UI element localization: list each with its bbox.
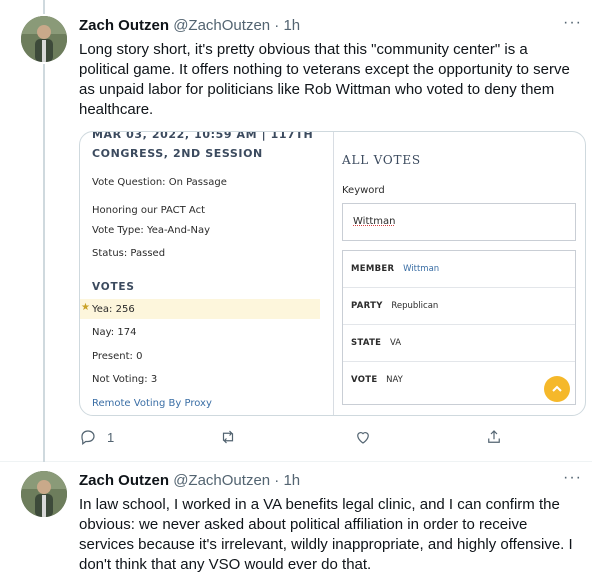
vote-question: Vote Question: On Passage	[92, 177, 227, 188]
vote-value: NAY	[386, 375, 403, 385]
separator: ·	[274, 17, 280, 34]
tweet[interactable]: Zach Outzen @ZachOutzen · 1h ··· Long st…	[0, 0, 592, 462]
vote-label: VOTE	[351, 375, 378, 385]
party-value: Republican	[391, 301, 439, 311]
vote-session: CONGRESS, 2ND SESSION	[92, 147, 263, 160]
reply-count: 1	[107, 429, 115, 445]
tweet-header: Zach Outzen @ZachOutzen · 1h	[79, 16, 300, 36]
user-handle[interactable]: @ZachOutzen	[173, 472, 270, 489]
avatar[interactable]	[21, 471, 67, 517]
like-button[interactable]	[354, 428, 382, 446]
timestamp[interactable]: 1h	[283, 472, 300, 489]
member-value: Wittman	[403, 264, 440, 274]
state-label: STATE	[351, 338, 382, 348]
share-icon	[488, 430, 500, 443]
share-button[interactable]	[485, 428, 503, 446]
user-handle[interactable]: @ZachOutzen	[173, 17, 270, 34]
vote-date: MAR 03, 2022, 10:59 AM | 117TH	[92, 131, 314, 141]
vote-result-table: MEMBER Wittman PARTY Republican STATE VA…	[342, 250, 576, 405]
proxy-link: Remote Voting By Proxy	[92, 398, 212, 409]
vote-status: Status: Passed	[92, 248, 166, 259]
party-row: PARTY Republican	[343, 288, 575, 325]
avatar[interactable]	[21, 16, 67, 62]
tweet-text: In law school, I worked in a VA benefits…	[79, 496, 573, 573]
state-value: VA	[390, 338, 402, 348]
tweet-image[interactable]: MAR 03, 2022, 10:59 AM | 117TH CONGRESS,…	[79, 131, 586, 416]
all-votes-panel: ALL VOTES Keyword Wittman MEMBER Wittman…	[334, 132, 585, 415]
vote-row: VOTE NAY	[343, 362, 575, 399]
party-label: PARTY	[351, 301, 383, 311]
reply-button[interactable]: 1	[79, 428, 114, 446]
yea-count: Yea: 256	[92, 304, 135, 315]
not-voting-count: Not Voting: 3	[92, 374, 158, 385]
timestamp[interactable]: 1h	[283, 17, 300, 34]
reply-icon	[81, 430, 95, 445]
member-row: MEMBER Wittman	[343, 251, 575, 288]
thread-line-top	[43, 0, 45, 14]
keyword-field: Wittman	[342, 203, 576, 241]
separator: ·	[274, 472, 280, 489]
star-icon: ★	[81, 302, 90, 313]
retweet-icon	[222, 430, 234, 444]
retweet-button[interactable]	[219, 428, 247, 446]
tweet-text: Long story short, it's pretty obvious th…	[79, 41, 570, 118]
member-label: MEMBER	[351, 264, 395, 274]
tweet-actions: 1	[79, 428, 519, 448]
votes-heading: VOTES	[92, 281, 135, 293]
keyword-label: Keyword	[342, 185, 385, 196]
bill-title: Honoring our PACT Act	[92, 205, 206, 216]
vote-details-panel: MAR 03, 2022, 10:59 AM | 117TH CONGRESS,…	[80, 131, 334, 415]
present-count: Present: 0	[92, 351, 143, 362]
state-row: STATE VA	[343, 325, 575, 362]
chevron-up-icon	[544, 376, 570, 402]
display-name[interactable]: Zach Outzen	[79, 472, 169, 489]
vote-type: Vote Type: Yea-And-Nay	[92, 225, 211, 236]
like-icon	[357, 432, 369, 444]
tweet-header: Zach Outzen @ZachOutzen · 1h	[79, 471, 300, 491]
all-votes-title: ALL VOTES	[342, 153, 421, 167]
display-name[interactable]: Zach Outzen	[79, 17, 169, 34]
nay-count: Nay: 174	[92, 327, 137, 338]
thread-line	[43, 64, 45, 462]
more-icon[interactable]: ···	[563, 14, 582, 32]
tweet[interactable]: Zach Outzen @ZachOutzen · 1h ··· In law …	[0, 463, 592, 582]
more-icon[interactable]: ···	[563, 469, 582, 487]
